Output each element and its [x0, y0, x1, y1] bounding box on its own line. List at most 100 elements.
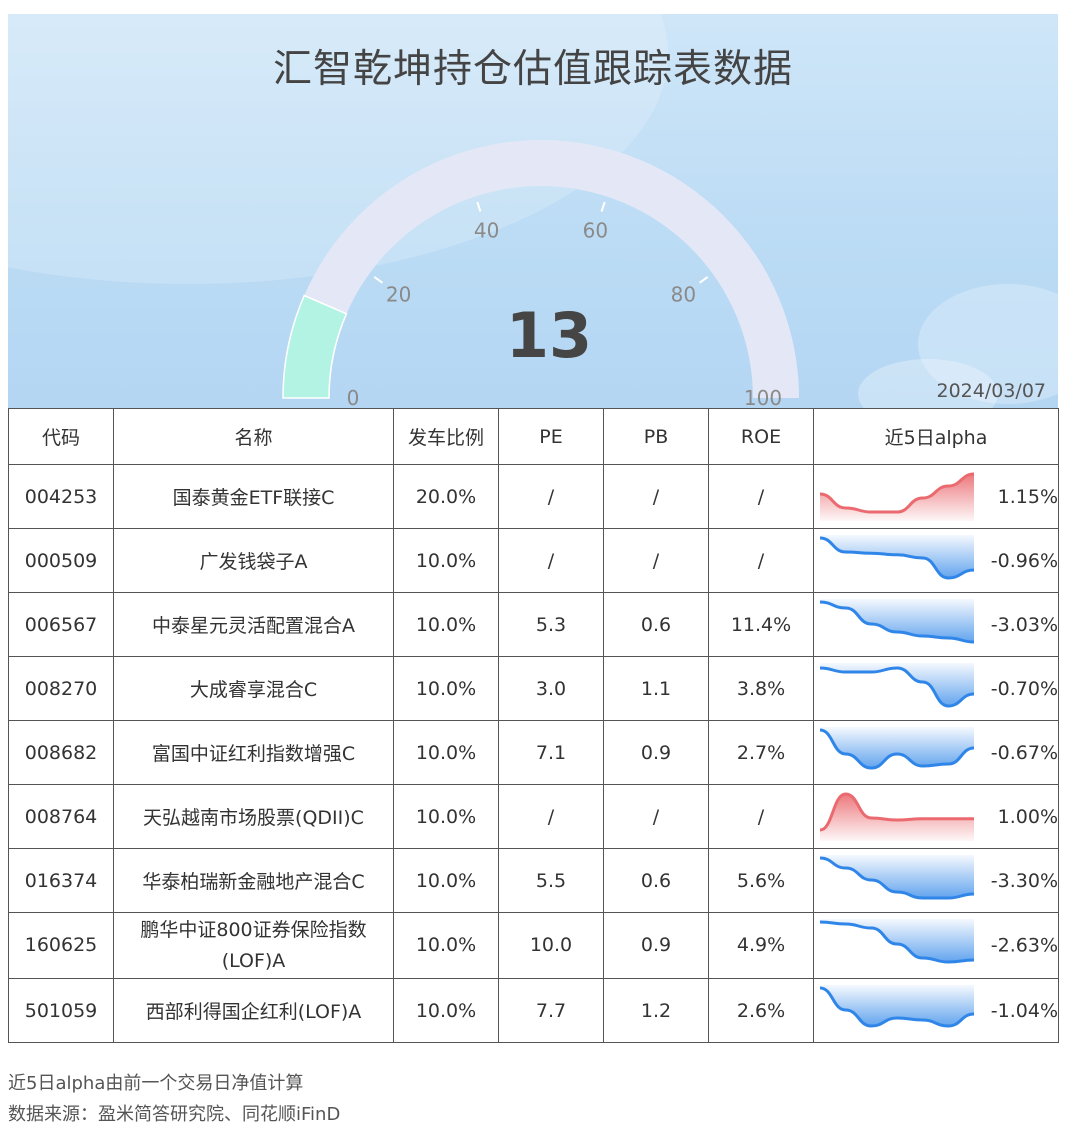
cell-ratio: 10.0% — [393, 912, 499, 979]
cell-alpha: 1.00% — [813, 784, 1059, 849]
cell-pe: 10.0 — [498, 912, 604, 979]
cell-pb: 1.2 — [603, 978, 709, 1043]
cell-pb: 0.9 — [603, 720, 709, 785]
cell-roe: / — [708, 464, 814, 529]
alpha-sparkline — [819, 855, 975, 900]
cell-pe: / — [498, 528, 604, 593]
alpha-sparkline — [819, 535, 975, 580]
cell-roe: 5.6% — [708, 848, 814, 913]
cell-ratio: 10.0% — [393, 720, 499, 785]
footnote-source: 数据来源：盈米简答研究院、同花顺iFinD — [8, 1104, 341, 1125]
report-date: 2024/03/07 — [936, 380, 1046, 402]
cell-alpha: -2.63% — [813, 912, 1059, 979]
cell-alpha: 1.15% — [813, 464, 1059, 529]
cell-name: 国泰黄金ETF联接C — [113, 464, 394, 529]
alpha-sparkline — [819, 919, 975, 964]
column-header: PB — [603, 408, 709, 465]
gauge-tick — [476, 201, 482, 212]
cell-code: 016374 — [8, 848, 114, 913]
sparkline-area — [820, 985, 974, 1026]
cell-pe: 3.0 — [498, 656, 604, 721]
cell-roe: 3.8% — [708, 656, 814, 721]
alpha-value: -3.30% — [990, 869, 1058, 892]
footnotes: 近5日alpha由前一个交易日净值计算 数据来源：盈米简答研究院、同花顺iFin… — [8, 1068, 340, 1130]
alpha-value: -0.96% — [990, 549, 1058, 572]
table-row: 006567 中泰星元灵活配置混合A 10.0% 5.3 0.6 11.4% -3.03% — [8, 592, 1059, 657]
cell-pe: 7.7 — [498, 978, 604, 1043]
cell-pb: 1.1 — [603, 656, 709, 721]
alpha-value: 1.00% — [997, 805, 1058, 828]
cell-name: 天弘越南市场股票(QDII)C — [113, 784, 394, 849]
cell-alpha: -0.96% — [813, 528, 1059, 593]
gauge-tick — [600, 201, 606, 212]
cell-ratio: 20.0% — [393, 464, 499, 529]
cell-name: 中泰星元灵活配置混合A — [113, 592, 394, 657]
table-row: 160625 鹏华中证800证券保险指数(LOF)A 10.0% 10.0 0.9 4.9… — [8, 912, 1059, 979]
cell-pb: 0.9 — [603, 912, 709, 979]
cell-pb: 0.6 — [603, 848, 709, 913]
table-row: 008764 天弘越南市场股票(QDII)C 10.0% / //1.00% — [8, 784, 1059, 849]
alpha-sparkline — [819, 663, 975, 708]
column-header: ROE — [708, 408, 814, 465]
gauge-tick — [698, 276, 709, 284]
cell-roe: / — [708, 784, 814, 849]
cell-roe: 2.7% — [708, 720, 814, 785]
cell-name: 华泰柏瑞新金融地产混合C — [113, 848, 394, 913]
cell-pe: 7.1 — [498, 720, 604, 785]
cell-alpha: -0.70% — [813, 656, 1059, 721]
column-header: 代码 — [8, 408, 114, 465]
cell-pb: / — [603, 464, 709, 529]
alpha-value: 1.15% — [997, 485, 1058, 508]
cell-pe: / — [498, 464, 604, 529]
cell-roe: / — [708, 528, 814, 593]
alpha-sparkline — [819, 792, 974, 841]
cell-code: 008682 — [8, 720, 114, 785]
cell-alpha: -3.03% — [813, 592, 1059, 657]
gauge-tick-label: 100 — [744, 386, 782, 408]
gauge-tick-label: 60 — [583, 219, 608, 243]
gauge-tick-label: 0 — [347, 386, 360, 408]
footnote-alpha: 近5日alpha由前一个交易日净值计算 — [8, 1073, 304, 1094]
cell-alpha: -0.67% — [813, 720, 1059, 785]
alpha-value: -3.03% — [990, 613, 1058, 636]
sparkline-area — [820, 474, 974, 521]
cell-name: 大成睿享混合C — [113, 656, 394, 721]
sparkline-area — [820, 599, 974, 642]
cell-name: 广发钱袋子A — [113, 528, 394, 593]
gauge-tick — [373, 276, 384, 284]
header-panel: 汇智乾坤持仓估值跟踪表数据 0 20 40 60 80 100 13 2024/03/07 — [8, 14, 1058, 408]
cell-code: 000509 — [8, 528, 114, 593]
cell-ratio: 10.0% — [393, 592, 499, 657]
cell-alpha: -1.04% — [813, 978, 1059, 1043]
table-row: 501059 西部利得国企红利(LOF)A 10.0% 7.7 1.2 2.6% -1.04… — [8, 978, 1059, 1043]
cell-name: 鹏华中证800证券保险指数(LOF)A — [113, 912, 394, 979]
cell-pb: / — [603, 784, 709, 849]
column-header: PE — [498, 408, 604, 465]
cell-ratio: 10.0% — [393, 978, 499, 1043]
sparkline-area — [820, 727, 974, 768]
alpha-value: -2.63% — [990, 934, 1058, 956]
cell-pe: / — [498, 784, 604, 849]
table-header-row: 代码 名称 发车比例 PE PB ROE 近5日alpha — [8, 408, 1059, 465]
cell-pe: 5.3 — [498, 592, 604, 657]
holdings-table: 代码 名称 发车比例 PE PB ROE 近5日alpha 004253 国泰黄金ETF联接C… — [8, 408, 1059, 1043]
column-header: 名称 — [113, 408, 394, 465]
sparkline-area — [820, 535, 974, 578]
alpha-sparkline — [819, 727, 975, 770]
gauge-value: 13 — [506, 299, 592, 372]
table-row: 004253 国泰黄金ETF联接C 20.0% / //1.15% — [8, 464, 1059, 529]
cell-ratio: 10.0% — [393, 848, 499, 913]
table-row: 016374 华泰柏瑞新金融地产混合C 10.0% 5.5 0.6 5.6% -3.30% — [8, 848, 1059, 913]
cell-name: 富国中证红利指数增强C — [113, 720, 394, 785]
cell-pb: 0.6 — [603, 592, 709, 657]
gauge-tick-label: 40 — [474, 219, 499, 243]
cell-code: 004253 — [8, 464, 114, 529]
alpha-sparkline — [819, 472, 975, 521]
cell-name: 西部利得国企红利(LOF)A — [113, 978, 394, 1043]
cell-roe: 2.6% — [708, 978, 814, 1043]
cell-roe: 11.4% — [708, 592, 814, 657]
cell-ratio: 10.0% — [393, 528, 499, 593]
valuation-gauge: 0 20 40 60 80 100 13 — [282, 140, 799, 408]
column-header: 近5日alpha — [813, 408, 1059, 465]
alpha-value: -0.70% — [990, 677, 1058, 700]
